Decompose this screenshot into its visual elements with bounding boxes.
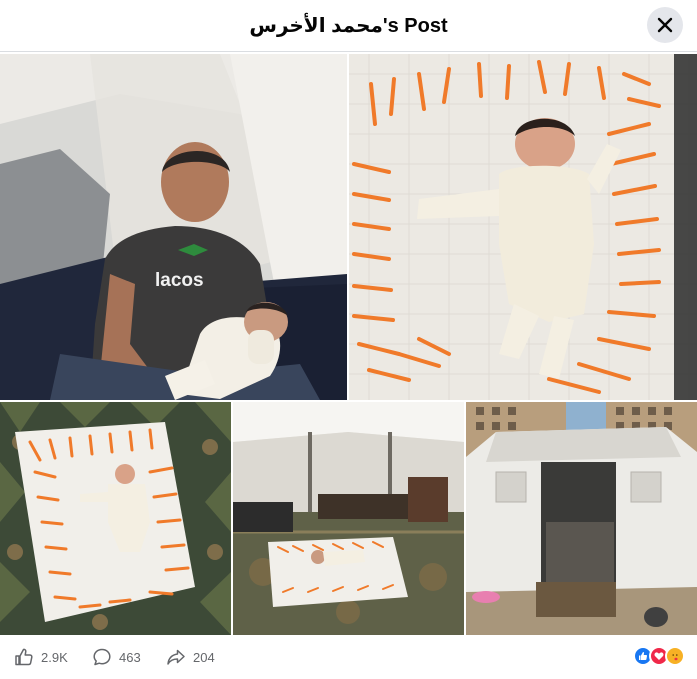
like-icon — [15, 648, 33, 666]
photo-tent-interior[interactable] — [233, 402, 464, 635]
share-button[interactable]: 204 — [166, 646, 215, 668]
reaction-summary[interactable] — [633, 646, 685, 666]
photo-blanket-on-rug[interactable] — [0, 402, 231, 635]
comment-icon — [93, 648, 111, 666]
share-icon — [167, 649, 185, 665]
photo-grid: lacos — [0, 54, 697, 635]
close-button[interactable] — [647, 7, 683, 43]
post-title: محمد الأخرس's Post — [249, 15, 448, 37]
photo-tent-exterior[interactable] — [466, 402, 697, 635]
comment-button[interactable]: 463 — [92, 646, 141, 668]
like-count: 2.9K — [41, 649, 68, 665]
svg-text:lacos: lacos — [155, 270, 204, 291]
comment-count: 463 — [119, 649, 141, 665]
photo-man-holding-baby[interactable]: lacos — [0, 54, 347, 400]
post-header: محمد الأخرس's Post — [0, 0, 697, 52]
post-footer: 2.9K 463 204 — [0, 637, 697, 679]
close-icon — [657, 17, 673, 33]
like-button[interactable]: 2.9K — [14, 646, 68, 668]
photo-baby-with-syringes[interactable] — [349, 54, 697, 400]
share-count: 204 — [193, 649, 215, 665]
care-reaction-icon — [665, 646, 685, 666]
